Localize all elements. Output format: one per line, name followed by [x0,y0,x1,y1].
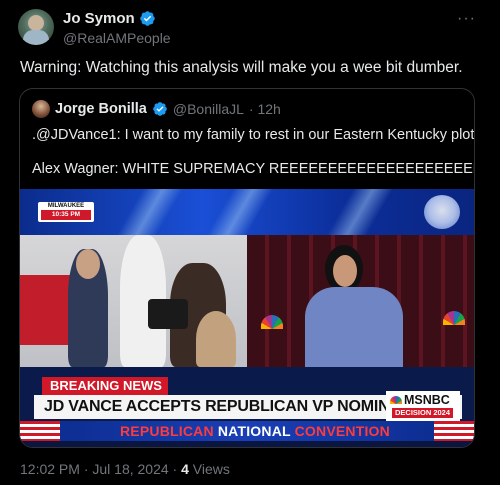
post-timestamp[interactable]: 12:02 PM · Jul 18, 2024 · [20,461,181,477]
quoted-post-age[interactable]: · 12h [249,101,281,117]
breaking-news-label: BREAKING NEWS [42,377,168,395]
flag-stripes-right [434,421,474,441]
post-meta: 12:02 PM · Jul 18, 2024 · 4 Views [20,461,230,477]
headline-bar: JD VANCE ACCEPTS REPUBLICAN VP NOMINATIO… [34,391,462,421]
quoted-post-text-line-2: Alex Wagner: WHITE SUPREMACY REEEEEEEEEE… [32,161,475,177]
decision-badge: DECISION 2024 [392,408,454,418]
video-left-pane [20,235,247,367]
views-label: Views [188,461,230,477]
video-player[interactable]: MILWAUKEE 10:35 PM BREAKING NEWS JD VANC… [20,189,474,447]
quoted-author-handle[interactable]: @BonillaJL [173,101,244,117]
flag-stripes-left [20,421,60,441]
more-options-icon[interactable]: ··· [457,10,476,28]
verified-badge-icon [139,11,155,26]
author-block: Jo Symon @RealAMPeople [63,10,171,46]
author-handle[interactable]: @RealAMPeople [63,30,171,46]
network-logo: MSNBC DECISION 2024 [386,391,460,421]
peacock-icon [390,396,402,404]
video-right-pane [247,235,474,367]
convention-word-1: REPUBLICAN [120,423,214,439]
video-banner-top: MILWAUKEE 10:35 PM [20,189,474,235]
quoted-post-header: Jorge Bonilla @BonillaJL · 12h [32,100,281,118]
quoted-author-avatar[interactable] [32,100,50,118]
headline-text: JD VANCE ACCEPTS REPUBLICAN VP NOMINATIO… [44,398,438,415]
quoted-post-text-line-1: .@JDVance1: I want to my family to rest … [32,127,475,143]
verified-badge-icon [153,102,167,116]
author-avatar[interactable] [18,9,54,45]
author-name[interactable]: Jo Symon [63,10,135,27]
network-name: MSNBC [404,393,450,407]
location-time: 10:35 PM [41,210,91,220]
quoted-author-name[interactable]: Jorge Bonilla [55,101,147,117]
location-city: MILWAUKEE [47,203,85,209]
post: Jo Symon @RealAMPeople ··· Warning: Watc… [0,0,500,485]
quoted-post[interactable]: Jorge Bonilla @BonillaJL · 12h .@JDVance… [19,88,475,448]
convention-word-3: CONVENTION [294,423,390,439]
convention-word-2: NATIONAL [217,423,291,439]
post-text: Warning: Watching this analysis will mak… [20,59,463,76]
views-count: 4 [181,461,189,477]
mascot-logo-icon [424,195,460,229]
convention-title: REPUBLICAN NATIONAL CONVENTION [120,422,390,440]
location-badge: MILWAUKEE 10:35 PM [38,202,94,222]
